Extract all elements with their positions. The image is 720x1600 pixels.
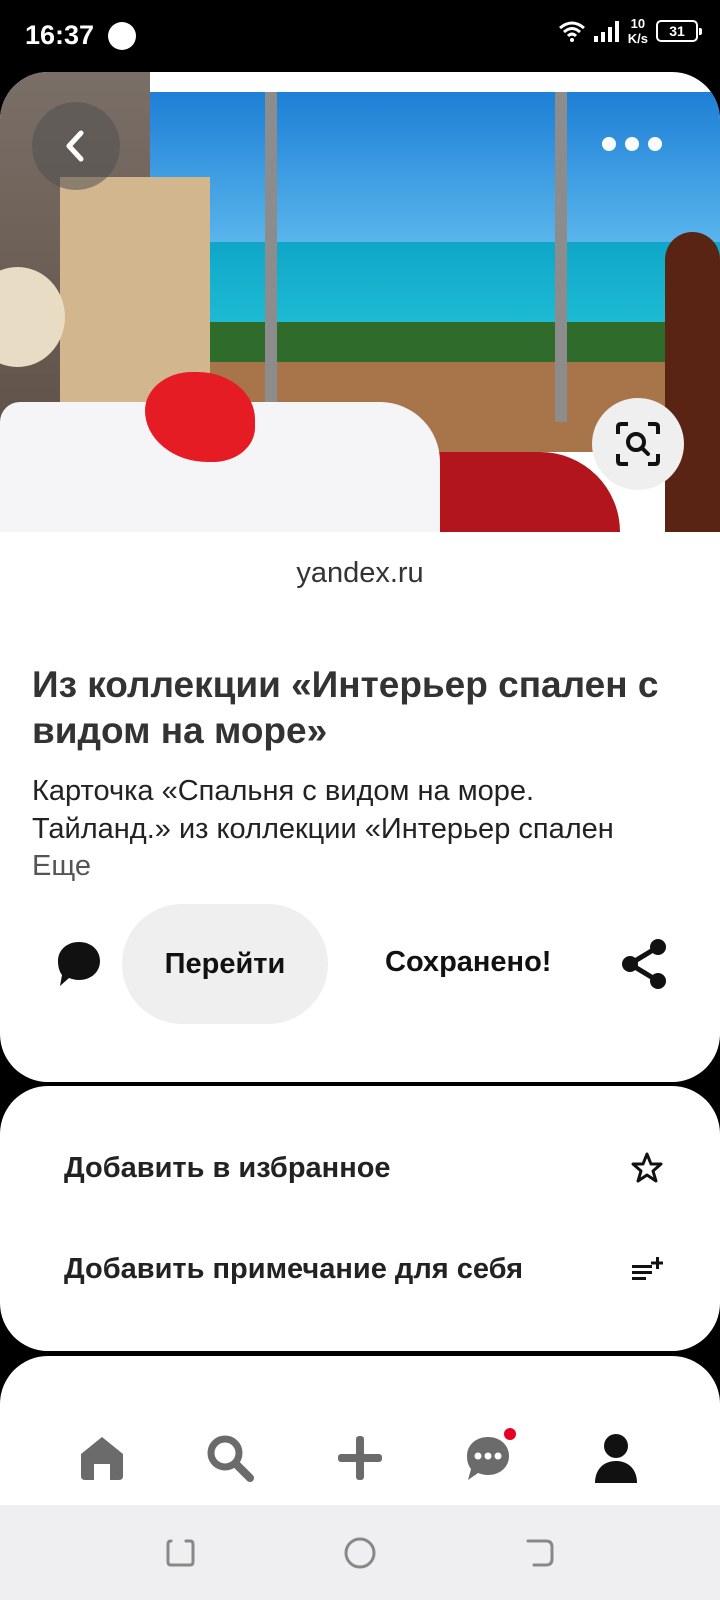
notification-dot xyxy=(504,1428,516,1440)
visual-search-button[interactable] xyxy=(592,398,684,490)
nav-create[interactable] xyxy=(332,1430,388,1486)
chevron-left-icon xyxy=(66,130,84,162)
search-icon xyxy=(207,1435,254,1482)
comment-button[interactable] xyxy=(56,940,102,993)
pin-description-line: Тайланд.» из коллекции «Интерьер спален xyxy=(32,813,614,845)
home-icon xyxy=(81,1437,123,1480)
wifi-icon xyxy=(558,21,585,42)
options-card: Добавить в избранное Добавить примечание… xyxy=(0,1086,720,1351)
image-window-frame xyxy=(555,92,567,422)
nav-search[interactable] xyxy=(202,1430,258,1486)
messages-icon xyxy=(467,1437,509,1480)
pin-card: yandex.ru Из коллекции «Интерьер спален … xyxy=(0,72,720,1082)
back-button[interactable] xyxy=(32,102,120,190)
pin-actions: Перейти Сохранено! xyxy=(0,904,720,1024)
back-system-button[interactable] xyxy=(520,1533,560,1573)
recents-icon xyxy=(166,1539,195,1567)
more-description-link[interactable]: Еще xyxy=(32,850,91,883)
saved-button[interactable]: Сохранено! xyxy=(385,946,551,979)
nav-messages[interactable] xyxy=(460,1428,516,1486)
note-add-icon xyxy=(632,1257,663,1280)
image-window-frame xyxy=(265,92,277,422)
add-note-row[interactable]: Добавить примечание для себя xyxy=(64,1239,664,1299)
star-icon xyxy=(631,1152,663,1183)
add-favorite-row[interactable]: Добавить в избранное xyxy=(64,1138,664,1198)
profile-icon xyxy=(595,1434,637,1483)
back-arrow-icon xyxy=(526,1539,554,1567)
source-link[interactable]: yandex.ru xyxy=(0,557,720,590)
comment-icon xyxy=(58,942,100,986)
signal-icon xyxy=(593,21,619,42)
share-button[interactable] xyxy=(620,938,668,995)
circle-home-icon xyxy=(344,1537,376,1569)
pin-title: Из коллекции «Интерьер спален с видом на… xyxy=(32,664,659,751)
network-speed-unit: K/s xyxy=(627,31,648,46)
add-note-label: Добавить примечание для себя xyxy=(64,1252,524,1285)
share-icon xyxy=(622,939,666,989)
pin-description: Карточка «Спальня с видом на море. Тайла… xyxy=(32,772,692,848)
home-system-button[interactable] xyxy=(340,1533,380,1573)
add-favorite-label: Добавить в избранное xyxy=(64,1151,391,1184)
recents-button[interactable] xyxy=(160,1533,200,1573)
network-speed: 10 K/s xyxy=(628,16,648,46)
visit-button[interactable]: Перейти xyxy=(122,904,328,1024)
notification-app-icon xyxy=(108,22,136,50)
system-navigation-bar xyxy=(0,1505,720,1600)
image-vase xyxy=(665,232,720,532)
nav-profile[interactable] xyxy=(588,1430,644,1486)
more-dot xyxy=(648,137,662,151)
network-speed-value: 10 xyxy=(630,16,646,31)
pin-description-line: Карточка «Спальня с видом на море. xyxy=(32,775,535,807)
status-bar: 16:37 10 K/s 31 xyxy=(0,0,720,72)
more-options-button[interactable] xyxy=(602,124,662,164)
more-dot xyxy=(602,137,616,151)
status-indicators: 10 K/s 31 xyxy=(558,16,702,46)
lens-search-icon xyxy=(616,422,660,466)
plus-icon xyxy=(338,1436,382,1480)
bottom-navigation xyxy=(0,1408,720,1508)
nav-home[interactable] xyxy=(74,1430,130,1486)
more-dot xyxy=(625,137,639,151)
status-time: 16:37 xyxy=(25,20,95,50)
battery-indicator: 31 xyxy=(656,20,702,42)
pin-image[interactable] xyxy=(0,72,720,532)
